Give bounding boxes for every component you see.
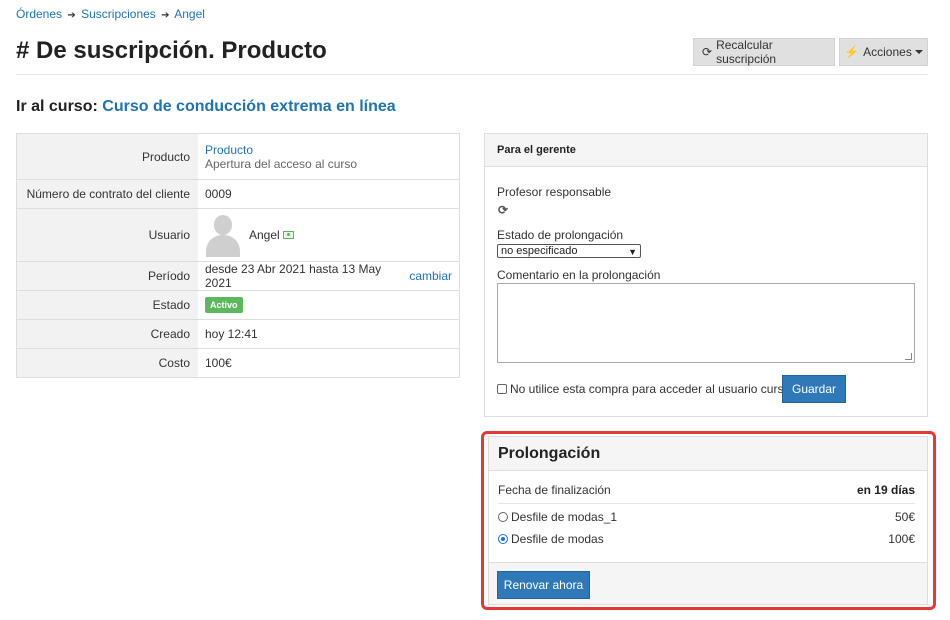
- page-title: # De suscripción. Producto: [16, 37, 327, 64]
- period-change-link[interactable]: cambiar: [409, 269, 452, 283]
- table-row: Producto Producto Apertura del acceso al…: [17, 134, 459, 179]
- course-link[interactable]: Curso de conducción extrema en línea: [102, 98, 395, 115]
- prolongation-status-label: Estado de prolongación: [497, 228, 624, 242]
- breadcrumb-arrow-icon: ➔: [161, 10, 170, 21]
- prolongation-title: Prolongación: [489, 437, 927, 471]
- money-icon[interactable]: [282, 231, 294, 239]
- prolongation-panel: Prolongación Fecha de finalización en 19…: [488, 436, 928, 605]
- breadcrumb: Órdenes ➔ Suscripciones ➔ Angel: [16, 7, 205, 21]
- option-label-wrap: Desfile de modas: [498, 532, 604, 546]
- period-cell: desde 23 Abr 2021 hasta 13 May 2021 camb…: [198, 262, 459, 290]
- product-label: Producto: [17, 134, 198, 179]
- chevron-down-icon: ▼: [628, 247, 637, 257]
- recalculate-subscription-button[interactable]: ⟳ Recalcular suscripción: [693, 38, 835, 66]
- comment-label: Comentario en la prolongación: [497, 268, 661, 282]
- course-heading: Ir al curso: Curso de conducción extrema…: [16, 98, 396, 116]
- prolongation-option[interactable]: Desfile de modas_1 50€: [498, 510, 915, 524]
- end-date-value: en 19 días: [856, 483, 915, 497]
- breadcrumb-user[interactable]: Angel: [174, 7, 205, 21]
- table-row: Creado hoy 12:41: [17, 319, 459, 348]
- table-row: Costo 100€: [17, 348, 459, 377]
- renew-now-button[interactable]: Renovar ahora: [497, 571, 590, 599]
- breadcrumb-orders[interactable]: Órdenes: [16, 7, 62, 21]
- no-access-checkbox-row[interactable]: No utilice esta compra para acceder al u…: [497, 382, 807, 396]
- actions-dropdown-button[interactable]: ⚡ Acciones: [839, 38, 928, 66]
- title-divider: [16, 74, 928, 75]
- status-cell: Activo: [198, 291, 459, 319]
- contract-label: Número de contrato del cliente: [17, 180, 198, 208]
- cost-label: Costo: [17, 349, 198, 377]
- manager-panel: Para el gerente Profesor responsable ⟳ E…: [484, 133, 928, 417]
- option-price: 50€: [894, 510, 915, 524]
- caret-down-icon: [914, 50, 923, 54]
- end-date-label: Fecha de finalización: [498, 483, 611, 497]
- bolt-icon: ⚡: [844, 45, 860, 59]
- user-label: Usuario: [17, 209, 198, 261]
- table-row: Número de contrato del cliente 0009: [17, 179, 459, 208]
- option-label: Desfile de modas_1: [511, 510, 618, 524]
- breadcrumb-subscriptions[interactable]: Suscripciones: [81, 7, 156, 21]
- manager-panel-title: Para el gerente: [485, 134, 927, 167]
- product-link[interactable]: Producto: [205, 143, 452, 157]
- table-row: Usuario Angel: [17, 208, 459, 261]
- actions-label: Acciones: [863, 45, 912, 59]
- subscription-details-table: Producto Producto Apertura del acceso al…: [16, 133, 460, 378]
- prolongation-footer: Renovar ahora: [489, 562, 927, 604]
- breadcrumb-arrow-icon: ➔: [67, 10, 76, 21]
- option-radio-2[interactable]: [498, 534, 508, 544]
- option-label: Desfile de modas: [511, 532, 604, 546]
- option-label-wrap: Desfile de modas_1: [498, 510, 617, 524]
- prolongation-option[interactable]: Desfile de modas 100€: [498, 532, 915, 546]
- end-date-row: Fecha de finalización en 19 días: [498, 483, 915, 504]
- period-label: Período: [17, 262, 198, 290]
- period-value: desde 23 Abr 2021 hasta 13 May 2021: [205, 262, 382, 290]
- user-cell: Angel: [198, 209, 459, 261]
- no-access-checkbox-label: No utilice esta compra para acceder al u…: [510, 382, 807, 396]
- status-badge: Activo: [205, 297, 243, 313]
- prolongation-status-value: no especificado: [501, 245, 578, 257]
- option-radio-1[interactable]: [498, 512, 508, 522]
- course-prefix: Ir al curso:: [16, 98, 98, 115]
- status-label: Estado: [17, 291, 198, 319]
- refresh-teacher-icon[interactable]: ⟳: [498, 203, 508, 217]
- avatar: [205, 213, 241, 257]
- refresh-icon: ⟳: [702, 45, 713, 59]
- cost-value: 100€: [205, 356, 232, 370]
- user-name: Angel: [249, 228, 280, 242]
- prolongation-comment-textarea[interactable]: [497, 283, 915, 363]
- created-value: hoy 12:41: [205, 327, 258, 341]
- option-price: 100€: [888, 532, 915, 546]
- recalculate-label: Recalcular suscripción: [716, 38, 777, 66]
- contract-value: 0009: [205, 187, 232, 201]
- no-access-checkbox[interactable]: [497, 384, 507, 394]
- table-row: Período desde 23 Abr 2021 hasta 13 May 2…: [17, 261, 459, 290]
- save-button[interactable]: Guardar: [782, 375, 846, 403]
- created-label: Creado: [17, 320, 198, 348]
- product-cell: Producto Apertura del acceso al curso: [198, 134, 459, 179]
- product-description: Apertura del acceso al curso: [205, 156, 358, 171]
- table-row: Estado Activo: [17, 290, 459, 319]
- teacher-label: Profesor responsable: [497, 185, 612, 199]
- prolongation-status-select[interactable]: no especificado ▼: [497, 244, 641, 258]
